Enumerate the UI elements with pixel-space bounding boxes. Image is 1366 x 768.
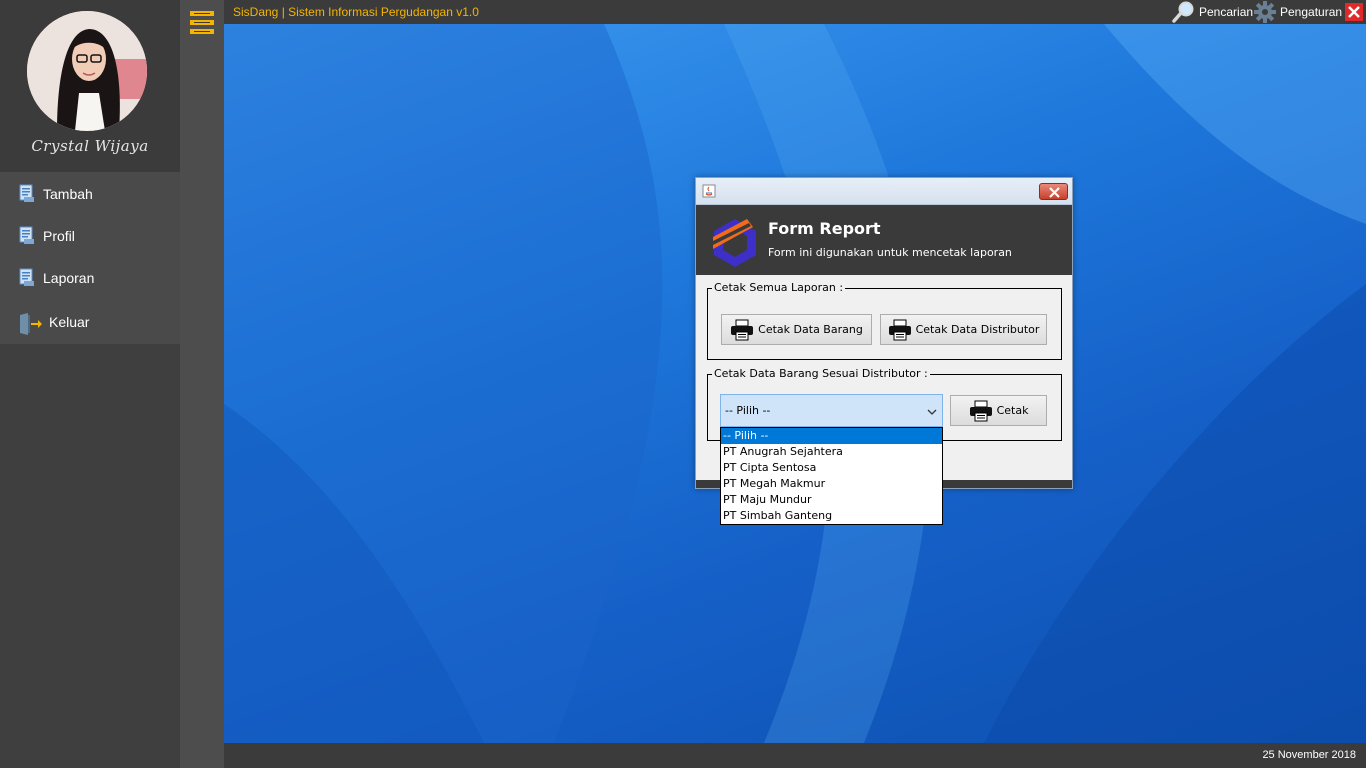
dropdown-option[interactable]: PT Megah Makmur — [721, 476, 942, 492]
dropdown-option[interactable]: PT Simbah Ganteng — [721, 508, 942, 524]
dropdown-option[interactable]: PT Anugrah Sejahtera — [721, 444, 942, 460]
printer-icon — [969, 400, 993, 422]
dialog-titlebar[interactable] — [696, 178, 1072, 205]
close-icon — [1049, 187, 1060, 198]
sidebar-item-label: Tambah — [43, 186, 93, 202]
group-title: Cetak Data Barang Sesuai Distributor : — [712, 367, 930, 380]
print-barang-button[interactable]: Cetak Data Barang — [721, 314, 872, 345]
app-title: SisDang | Sistem Informasi Pergudangan v… — [233, 5, 479, 19]
settings-label: Pengaturan — [1280, 5, 1343, 19]
search-icon — [1172, 1, 1196, 23]
dialog-close-button[interactable] — [1039, 183, 1068, 200]
chevron-down-icon — [927, 406, 937, 415]
profile-panel: Crystal Wijaya — [0, 0, 180, 172]
printer-icon — [888, 319, 912, 341]
print-all-group: Cetak Semua Laporan : Cetak Data Barang … — [707, 281, 1062, 360]
close-app-button[interactable] — [1345, 3, 1363, 21]
sidebar-item-label: Keluar — [49, 314, 90, 330]
dropdown-option[interactable]: PT Maju Mundur — [721, 492, 942, 508]
date-label: 25 November 2018 — [1262, 749, 1356, 761]
sidebar-item-tambah[interactable]: Tambah — [0, 174, 180, 214]
print-distributor-button[interactable]: Cetak Data Distributor — [880, 314, 1047, 345]
document-icon — [18, 184, 36, 204]
sidebar-item-profil[interactable]: Profil — [0, 216, 180, 256]
dropdown-option[interactable]: PT Cipta Sentosa — [721, 460, 942, 476]
sidebar-item-keluar[interactable]: Keluar — [0, 302, 180, 342]
report-logo-icon — [709, 215, 761, 267]
button-label: Cetak Data Distributor — [915, 323, 1040, 336]
gear-icon — [1254, 1, 1276, 23]
group-title: Cetak Semua Laporan : — [712, 281, 846, 294]
distributor-dropdown-list: -- Pilih -- PT Anugrah Sejahtera PT Cipt… — [720, 427, 943, 525]
distributor-select[interactable]: -- Pilih -- — [720, 394, 943, 427]
form-title: Form Report — [768, 219, 881, 238]
sidebar-item-label: Profil — [43, 228, 75, 244]
button-label: Cetak — [996, 404, 1029, 417]
search-label: Pencarian — [1199, 5, 1254, 19]
select-value: -- Pilih -- — [725, 404, 771, 417]
document-icon — [18, 268, 36, 288]
search-button[interactable]: Pencarian — [1172, 0, 1253, 24]
button-label: Cetak Data Barang — [758, 323, 863, 336]
menu-icon[interactable] — [190, 11, 214, 34]
user-name: Crystal Wijaya — [31, 137, 149, 155]
exit-door-icon — [18, 312, 42, 335]
sidebar-item-label: Laporan — [43, 270, 95, 286]
close-icon — [1348, 6, 1360, 18]
top-bar: SisDang | Sistem Informasi Pergudangan v… — [224, 0, 1366, 24]
printer-icon — [730, 319, 754, 341]
settings-button[interactable]: Pengaturan — [1254, 0, 1342, 24]
toolbar-strip — [180, 0, 224, 768]
status-bar: 25 November 2018 — [224, 743, 1366, 768]
java-icon — [702, 184, 716, 198]
document-icon — [18, 226, 36, 246]
dialog-header: Form Report Form ini digunakan untuk men… — [696, 205, 1072, 275]
form-subtitle: Form ini digunakan untuk mencetak lapora… — [768, 246, 1012, 259]
print-button[interactable]: Cetak — [950, 395, 1047, 426]
avatar — [27, 11, 147, 131]
sidebar: Crystal Wijaya Tambah Profil Laporan Kel… — [0, 0, 180, 768]
sidebar-item-laporan[interactable]: Laporan — [0, 258, 180, 298]
dropdown-option[interactable]: -- Pilih -- — [721, 428, 942, 444]
sidebar-menu: Tambah Profil Laporan Keluar — [0, 172, 180, 344]
